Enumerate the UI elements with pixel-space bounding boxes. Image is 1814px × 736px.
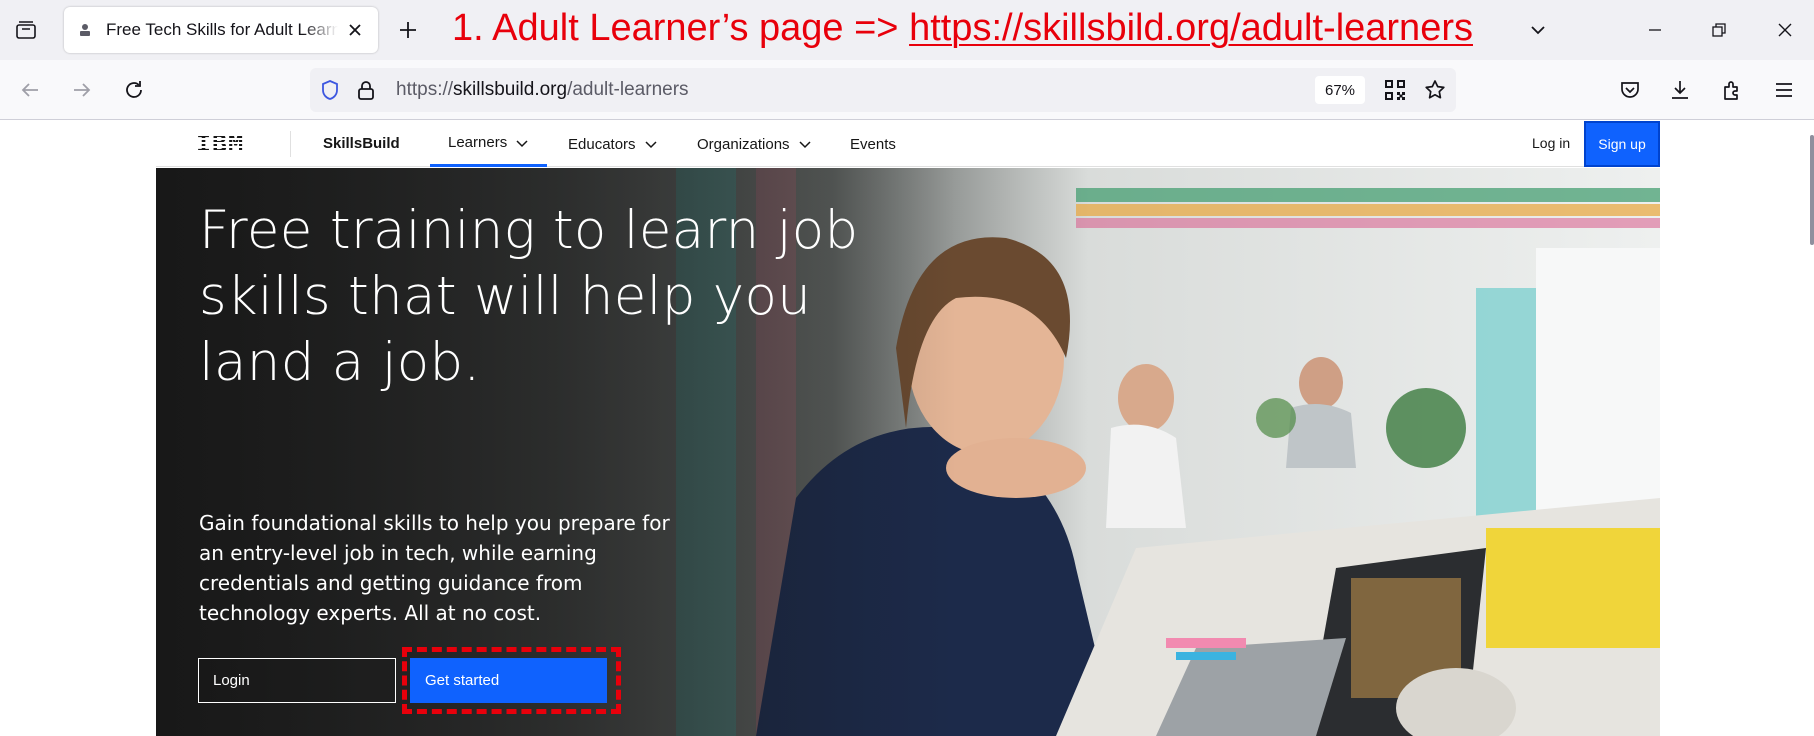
- url-host: skillsbuild.org: [453, 79, 568, 100]
- masthead-divider: [290, 131, 291, 157]
- site-masthead: IBM SkillsBuild Learners Educators Organ…: [156, 121, 1660, 167]
- hero-subtitle: Gain foundational skills to help you pre…: [199, 511, 670, 625]
- sign-up-button[interactable]: Sign up: [1584, 121, 1660, 167]
- back-icon[interactable]: [14, 74, 46, 106]
- menu-organizations-label: Organizations: [697, 135, 790, 153]
- close-window-icon[interactable]: [1762, 10, 1808, 50]
- navigation-toolbar: https://skillsbuild.org/adult-learners 6…: [0, 60, 1814, 120]
- active-tab[interactable]: Free Tech Skills for Adult Learners | IB…: [64, 7, 378, 53]
- tab-bar: Free Tech Skills for Adult Learners | IB…: [0, 0, 1814, 60]
- url-path: /adult-learners: [567, 79, 689, 100]
- annotation-prefix: 1. Adult Learner’s page =>: [452, 7, 910, 49]
- close-tab-icon[interactable]: [342, 17, 368, 43]
- lock-icon[interactable]: [354, 78, 378, 102]
- menu-educators[interactable]: Educators: [568, 121, 658, 167]
- menu-icon[interactable]: [1768, 74, 1800, 106]
- downloads-icon[interactable]: [1664, 74, 1696, 106]
- url-bar[interactable]: https://skillsbuild.org/adult-learners 6…: [310, 68, 1456, 112]
- list-all-tabs-icon[interactable]: [1522, 14, 1554, 46]
- log-in-link[interactable]: Log in: [1532, 135, 1570, 151]
- page-scrollbar[interactable]: [1810, 135, 1814, 245]
- url-scheme: https://: [396, 79, 454, 100]
- annotation-caption: 1. Adult Learner’s page => https://skill…: [452, 6, 1473, 50]
- menu-educators-label: Educators: [568, 135, 636, 153]
- tab-list-icon[interactable]: [10, 14, 42, 46]
- zoom-level-button[interactable]: 67%: [1315, 76, 1365, 104]
- ibm-logo[interactable]: IBM: [196, 131, 244, 156]
- menu-learners[interactable]: Learners: [430, 121, 548, 167]
- url-text[interactable]: https://skillsbuild.org/adult-learners: [396, 79, 689, 101]
- menu-learners-label: Learners: [448, 134, 508, 151]
- forward-icon[interactable]: [66, 74, 98, 106]
- menu-organizations[interactable]: Organizations: [697, 121, 812, 167]
- extensions-icon[interactable]: [1716, 74, 1748, 106]
- annotation-url: https://skillsbild.org/adult-learners: [909, 7, 1473, 49]
- tracking-shield-icon[interactable]: [318, 78, 342, 102]
- reload-icon[interactable]: [118, 74, 150, 106]
- chevron-down-icon: [515, 136, 529, 150]
- new-tab-icon[interactable]: [392, 14, 424, 46]
- page-viewport: IBM SkillsBuild Learners Educators Organ…: [0, 121, 1814, 736]
- login-button[interactable]: Login: [198, 658, 396, 703]
- bookmark-star-icon[interactable]: [1422, 77, 1448, 103]
- hero-title: Free training to learn job skills that w…: [199, 200, 859, 393]
- pocket-icon[interactable]: [1614, 74, 1646, 106]
- qr-code-icon[interactable]: [1382, 77, 1408, 103]
- restore-icon[interactable]: [1696, 10, 1742, 50]
- favicon-icon: [76, 21, 94, 39]
- hero-banner: Free training to learn job skills that w…: [156, 168, 1660, 736]
- menu-events-label: Events: [850, 135, 896, 153]
- chevron-down-icon: [644, 137, 658, 151]
- menu-events[interactable]: Events: [850, 121, 896, 167]
- skillsbuild-brand-link[interactable]: SkillsBuild: [323, 135, 400, 152]
- minimize-icon[interactable]: [1632, 10, 1678, 50]
- tab-title: Free Tech Skills for Adult Learners | IB…: [106, 20, 338, 39]
- chevron-down-icon: [798, 137, 812, 151]
- get-started-button[interactable]: Get started: [410, 658, 607, 703]
